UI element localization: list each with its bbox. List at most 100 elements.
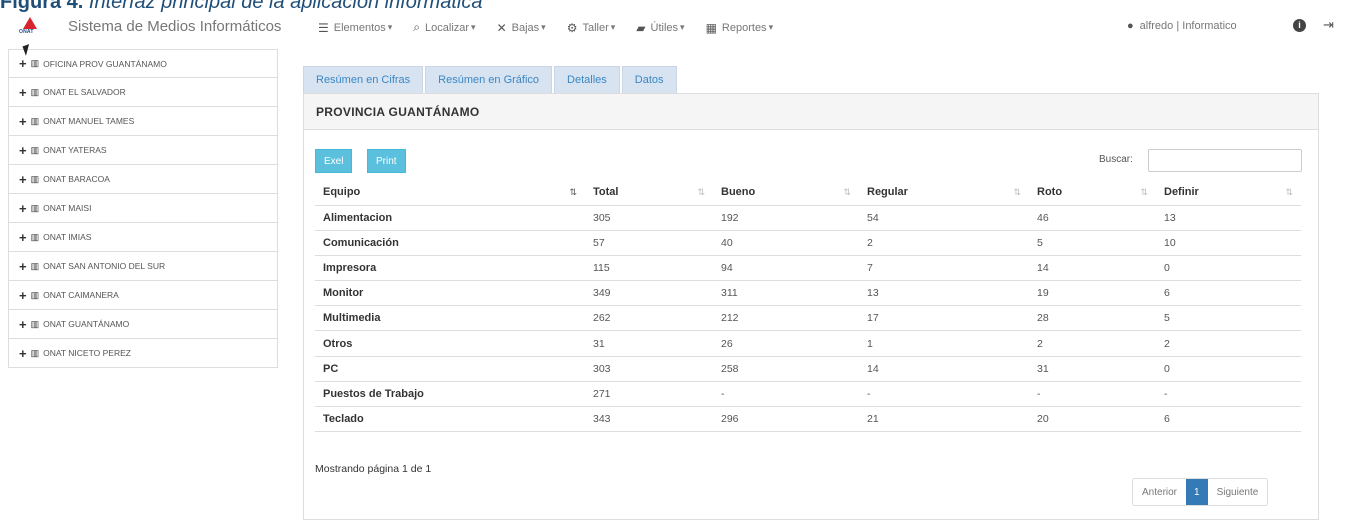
app-title[interactable]: Sistema de Medios Informáticos [68, 18, 281, 35]
col-roto[interactable]: Roto ⇅ [1029, 179, 1156, 206]
col-total[interactable]: Total ⇅ [585, 179, 713, 206]
tab-detalles[interactable]: Detalles [554, 66, 620, 93]
tab-resumen-grafico[interactable]: Resúmen en Gráfico [425, 66, 553, 93]
bank-icon: ▥ [30, 86, 40, 97]
cell-definir: 6 [1156, 280, 1301, 307]
tab-resumen-cifras[interactable]: Resúmen en Cifras [303, 66, 424, 93]
cell-equipo: Impresora [315, 255, 585, 282]
menu-localizar[interactable]: ⌕ Localizar ▾ [413, 20, 475, 35]
sort-icon: ⇅ [569, 187, 577, 197]
sidebar-item[interactable]: + ▥ ONAT CAIMANERA [8, 281, 278, 310]
cell-total: 57 [585, 230, 713, 256]
expand-icon: + [19, 171, 27, 187]
menu-utiles[interactable]: ▰ Útiles ▾ [636, 20, 684, 35]
sidebar-item-label: ONAT SAN ANTONIO DEL SUR [43, 261, 166, 271]
cell-bueno: 40 [713, 230, 859, 256]
table-row: Alimentacion 305 192 54 46 13 [315, 205, 1301, 231]
prev-page-button[interactable]: Anterior [1133, 479, 1187, 505]
cell-total: 262 [585, 305, 713, 332]
col-equipo[interactable]: Equipo ⇅ [315, 179, 585, 206]
search-input[interactable] [1148, 149, 1302, 172]
cell-equipo: Multimedia [315, 305, 585, 332]
bank-icon: ▥ [30, 260, 40, 271]
col-definir[interactable]: Definir ⇅ [1156, 179, 1301, 206]
col-bueno[interactable]: Bueno ⇅ [713, 179, 859, 206]
sidebar-item[interactable]: + ▥ ONAT IMIAS [8, 223, 278, 252]
caption-label: Figura 4. [0, 0, 84, 13]
tab-bar: Resúmen en Cifras Resúmen en Gráfico Det… [303, 66, 679, 93]
page-1-button[interactable]: 1 [1186, 479, 1208, 505]
expand-icon: + [19, 56, 27, 71]
user-menu[interactable]: ● alfredo | Informatico [1127, 20, 1237, 32]
excel-button[interactable]: Exel [315, 149, 353, 173]
next-page-button[interactable]: Siguiente [1207, 479, 1268, 505]
gear-icon: ⚙ [566, 20, 578, 35]
bank-icon: ▥ [30, 347, 40, 358]
sidebar-item[interactable]: + ▥ ONAT EL SALVADOR [8, 78, 278, 107]
cell-roto: 5 [1029, 230, 1156, 256]
menu-elementos[interactable]: ☰ Elementos ▾ [318, 20, 392, 35]
cell-definir: 5 [1156, 305, 1301, 332]
sidebar-item[interactable]: + ▥ ONAT GUANTÁNAMO [8, 310, 278, 339]
caret-icon: ▾ [680, 22, 685, 32]
tab-datos[interactable]: Datos [621, 66, 677, 93]
expand-icon: + [19, 258, 27, 274]
cell-definir: 13 [1156, 205, 1301, 231]
caret-icon: ▾ [541, 22, 546, 32]
cell-regular: 2 [859, 230, 1029, 256]
cell-definir: 0 [1156, 356, 1301, 382]
sidebar-item[interactable]: + ▥ ONAT SAN ANTONIO DEL SUR [8, 252, 278, 281]
table-row: Multimedia 262 212 17 28 5 [315, 305, 1301, 332]
cell-definir: 2 [1156, 330, 1301, 357]
menu-taller[interactable]: ⚙ Taller ▾ [567, 20, 616, 35]
table-row: Otros 31 26 1 2 2 [315, 330, 1301, 357]
sidebar: + ▥ OFICINA PROV GUANTÁNAMO + ▥ ONAT EL SALV… [8, 49, 278, 368]
bank-icon: ▥ [30, 144, 40, 155]
sidebar-item[interactable]: + ▥ ONAT YATERAS [8, 136, 278, 165]
col-regular[interactable]: Regular ⇅ [859, 179, 1029, 206]
bank-icon: ▥ [30, 115, 40, 126]
expand-icon: + [19, 142, 27, 158]
cell-bueno: 26 [713, 330, 859, 357]
sidebar-item[interactable]: + ▥ OFICINA PROV GUANTÁNAMO [8, 49, 278, 78]
onat-logo[interactable]: ONAT [19, 17, 41, 37]
cell-equipo: Alimentacion [315, 205, 585, 231]
cell-equipo: PC [315, 356, 585, 382]
bank-icon: ▥ [30, 202, 40, 213]
logout-icon[interactable]: ⇥ [1323, 17, 1334, 33]
menu-reportes[interactable]: ▦ Reportes ▾ [706, 20, 774, 35]
list-icon: ☰ [318, 20, 329, 35]
sidebar-item[interactable]: + ▥ ONAT BARACOA [8, 165, 278, 194]
table-icon: ▦ [705, 20, 717, 35]
bank-icon: ▥ [30, 58, 40, 68]
pagination: Anterior 1 Siguiente [1132, 478, 1269, 506]
table-row: PC 303 258 14 31 0 [315, 356, 1301, 382]
logo-text: ONAT [19, 29, 34, 35]
col-total-label: Total [593, 185, 619, 198]
sidebar-item[interactable]: + ▥ ONAT MANUEL TAMES [8, 107, 278, 136]
figure-caption: Figura 4. Interfaz principal de la aplic… [0, 0, 482, 13]
cell-definir: 0 [1156, 255, 1301, 282]
expand-icon: + [19, 113, 27, 129]
logo-flag [23, 17, 37, 29]
cell-roto: 14 [1029, 255, 1156, 282]
cell-equipo: Teclado [315, 406, 585, 433]
cell-roto: 46 [1029, 205, 1156, 231]
sidebar-item-label: ONAT EL SALVADOR [43, 87, 126, 97]
info-icon[interactable]: i [1293, 19, 1306, 32]
cell-bueno: 311 [713, 280, 859, 307]
bank-icon: ▥ [30, 173, 40, 184]
folder-icon: ▰ [636, 20, 646, 35]
cell-total: 343 [585, 406, 713, 433]
bank-icon: ▥ [30, 289, 40, 300]
cell-bueno: - [713, 381, 859, 408]
table-row: Comunicación 57 40 2 5 10 [315, 230, 1301, 256]
menu-bajas[interactable]: ✕ Bajas ▾ [497, 20, 546, 35]
print-button[interactable]: Print [367, 149, 406, 173]
sidebar-item[interactable]: + ▥ ONAT NICETO PEREZ [8, 339, 278, 368]
cell-equipo: Monitor [315, 280, 585, 307]
caret-icon: ▾ [471, 22, 476, 32]
sidebar-item[interactable]: + ▥ ONAT MAISI [8, 194, 278, 223]
bank-icon: ▥ [30, 231, 40, 242]
cell-roto: 2 [1029, 330, 1156, 357]
